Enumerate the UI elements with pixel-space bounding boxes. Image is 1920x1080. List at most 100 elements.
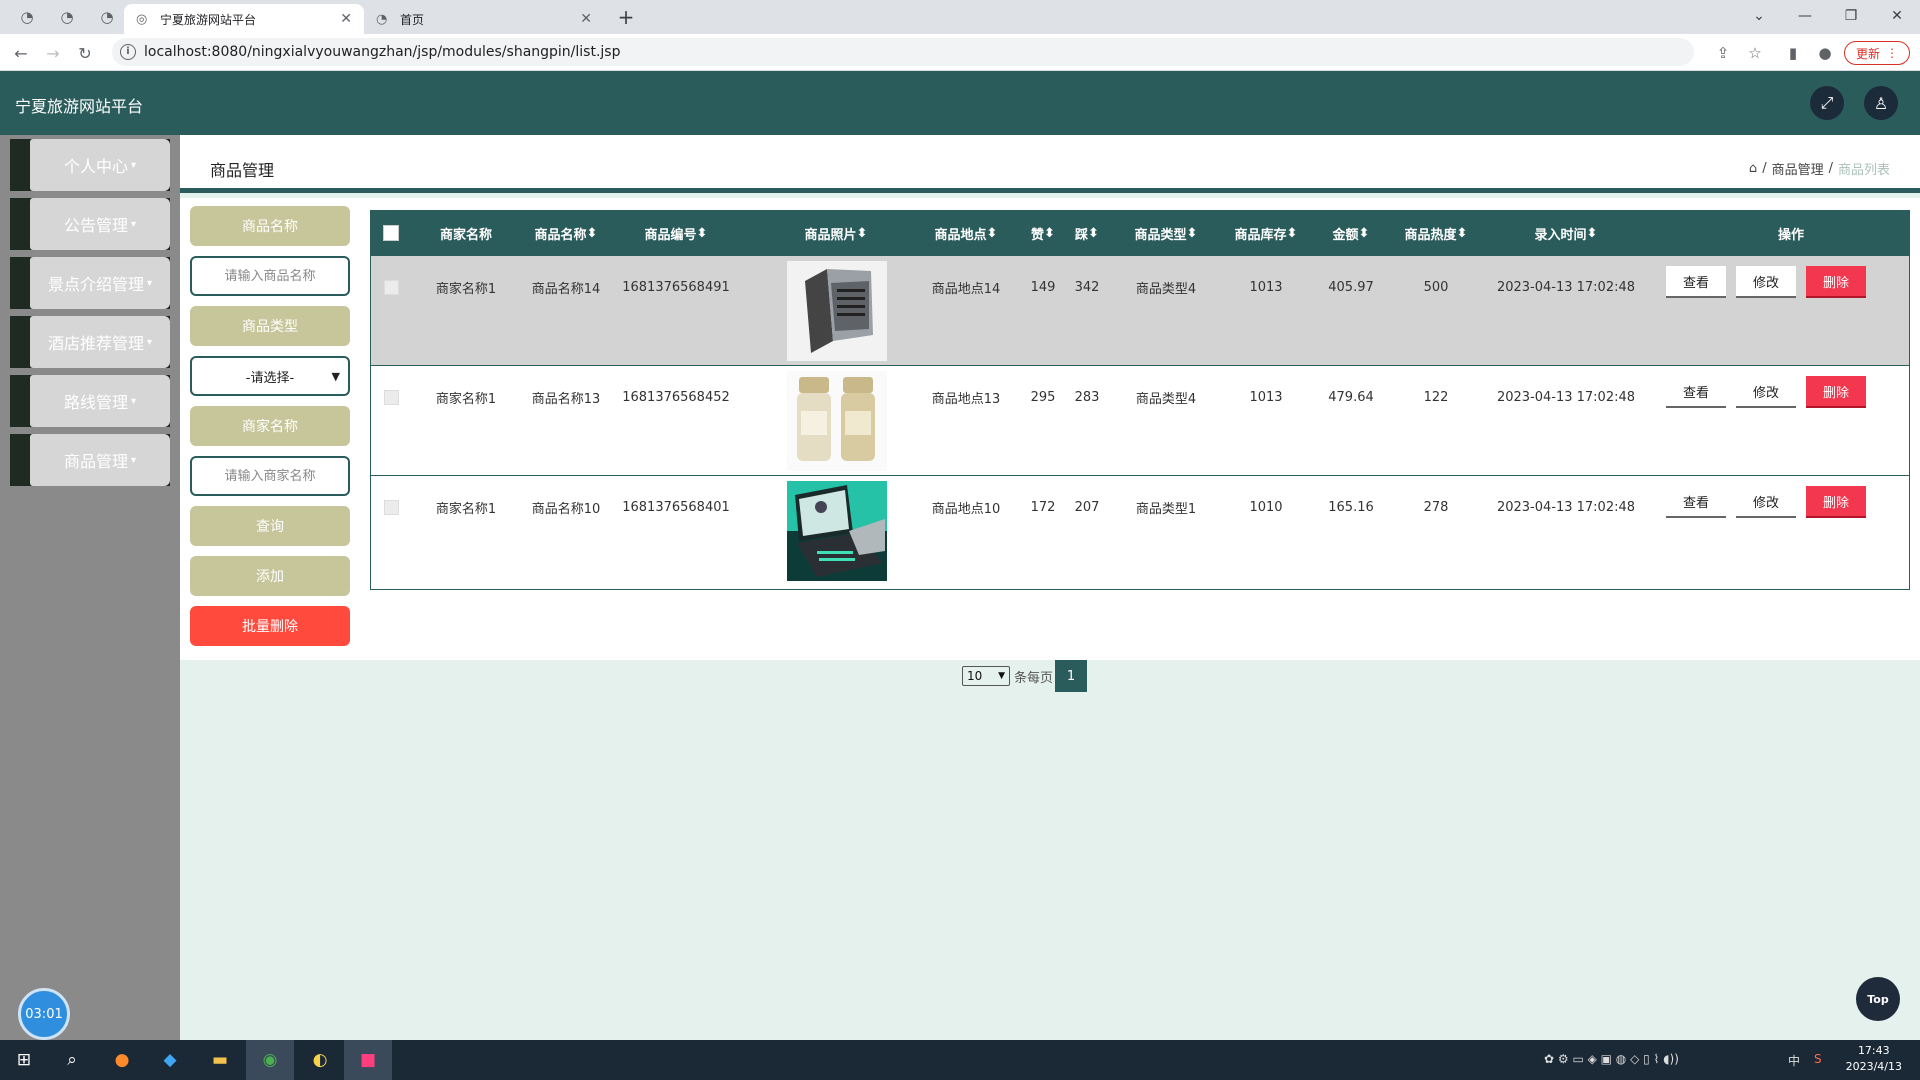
row-checkbox[interactable] (381, 386, 401, 408)
add-button[interactable]: 添加 (190, 556, 350, 596)
clock[interactable]: 17:43 2023/4/13 (1846, 1043, 1902, 1075)
user-avatar-icon[interactable]: ♙ (1864, 86, 1898, 120)
tab-search-chevron-icon[interactable]: ⌄ (1736, 2, 1782, 30)
product-name-input[interactable] (190, 256, 350, 296)
edit-button[interactable]: 修改 (1736, 376, 1796, 408)
vscode-icon[interactable]: ◆ (146, 1040, 194, 1080)
back-to-top-button[interactable]: Top (1856, 977, 1900, 1021)
cell-stock: 1013 (1249, 279, 1283, 295)
column-header[interactable]: 商品照片 ⬍ (781, 211, 891, 255)
sogou-icon[interactable]: S (1814, 1052, 1822, 1066)
page-size-select[interactable]: 10 ▼ (962, 666, 1010, 686)
tray-icons[interactable]: ✿ ⚙ ▭ ◈ ▣ ◍ ◇ ▯ ⌇ ◖)) (1544, 1052, 1679, 1066)
sidebar-item-personal-center[interactable]: 个人中心 ▾ (10, 139, 170, 191)
column-header[interactable]: 金额 ⬍ (1311, 211, 1391, 255)
update-button[interactable]: 更新 ⋮ (1844, 41, 1910, 65)
chrome-icon[interactable]: ◉ (246, 1040, 294, 1080)
view-button[interactable]: 查看 (1666, 486, 1726, 518)
pinned-tab-icon[interactable]: ◔ (14, 6, 40, 28)
view-button[interactable]: 查看 (1666, 376, 1726, 408)
timer-badge[interactable]: 03:01 (18, 988, 70, 1040)
cell-heat: 278 (1423, 499, 1449, 515)
update-label: 更新 (1855, 46, 1880, 61)
windows-start-icon[interactable]: ⊞ (0, 1040, 48, 1080)
sort-icon: ⬍ (1044, 225, 1055, 241)
new-tab-button[interactable]: + (614, 6, 638, 28)
shop-name-label: 商家名称 (190, 406, 350, 446)
side-panel-icon[interactable]: ▮ (1782, 42, 1804, 64)
search-icon[interactable]: ⌕ (48, 1040, 96, 1080)
delete-button[interactable]: 删除 (1806, 266, 1866, 298)
cell-shop: 商家名称1 (435, 501, 497, 517)
select-value: -请选择- (245, 370, 295, 386)
reload-icon[interactable]: ↻ (72, 40, 98, 66)
select-all-checkbox[interactable] (381, 211, 401, 255)
view-button[interactable]: 查看 (1666, 266, 1726, 298)
column-header[interactable]: 商品名称 ⬍ (521, 211, 611, 255)
perfume-bottles-image[interactable] (787, 371, 887, 471)
share-icon[interactable]: ⇪ (1712, 42, 1734, 64)
restore-button[interactable]: ❐ (1828, 2, 1874, 30)
edit-button[interactable]: 修改 (1736, 266, 1796, 298)
column-header[interactable]: 踩 ⬍ (1065, 211, 1109, 255)
delete-button[interactable]: 删除 (1806, 376, 1866, 408)
query-button[interactable]: 查询 (190, 506, 350, 546)
column-header[interactable]: 赞 ⬍ (1021, 211, 1065, 255)
cell-code: 1681376568452 (622, 389, 730, 405)
intellij-icon[interactable]: ■ (344, 1040, 392, 1080)
row-checkbox[interactable] (381, 276, 401, 298)
sort-icon: ⬍ (1286, 225, 1298, 241)
sidebar-item-route[interactable]: 路线管理 ▾ (10, 375, 170, 427)
close-tab-icon[interactable]: ✕ (580, 11, 592, 27)
back-arrow-icon[interactable]: ← (8, 40, 34, 66)
browser-tab-active[interactable]: ◎ 宁夏旅游网站平台 ✕ (124, 4, 364, 34)
profile-icon[interactable]: ● (1814, 42, 1836, 64)
gaming-laptop-image[interactable] (787, 481, 887, 581)
minimize-button[interactable]: — (1782, 2, 1828, 30)
close-tab-icon[interactable]: ✕ (340, 11, 352, 27)
sidebar-item-scenic[interactable]: 景点介绍管理 ▾ (10, 257, 170, 309)
sidebar-item-product[interactable]: 商品管理 ▾ (10, 434, 170, 486)
shop-name-input[interactable] (190, 456, 350, 496)
cell-shop: 商家名称1 (435, 391, 497, 407)
cell-stock: 1010 (1249, 499, 1283, 515)
product-type-select[interactable]: -请选择- ▼ (190, 356, 350, 396)
sidebar-item-hotel[interactable]: 酒店推荐管理 ▾ (10, 316, 170, 368)
laptop-image[interactable] (787, 261, 887, 361)
column-header[interactable]: 录入时间 ⬍ (1481, 211, 1651, 255)
site-info-icon[interactable]: i (120, 44, 136, 60)
column-header[interactable]: 商品类型 ⬍ (1111, 211, 1221, 255)
column-header[interactable]: 商品地点 ⬍ (911, 211, 1021, 255)
delete-button[interactable]: 删除 (1806, 486, 1866, 518)
bookmark-star-icon[interactable]: ☆ (1744, 42, 1766, 64)
cell-name: 商品名称13 (531, 391, 601, 407)
sidebar-item-notice[interactable]: 公告管理 ▾ (10, 198, 170, 250)
app-icon[interactable]: ◐ (296, 1040, 344, 1080)
file-explorer-icon[interactable]: ▬ (196, 1040, 244, 1080)
pinned-tab-icon[interactable]: ◔ (54, 6, 80, 28)
forward-arrow-icon[interactable]: → (40, 40, 66, 66)
close-window-button[interactable]: ✕ (1874, 2, 1920, 30)
globe-icon: ◔ (376, 11, 388, 27)
column-header[interactable]: 商品热度 ⬍ (1391, 211, 1481, 255)
address-bar[interactable]: i localhost:8080/ningxialvyouwangzhan/js… (112, 38, 1694, 66)
ime-indicator[interactable]: 中 (1788, 1052, 1800, 1069)
column-header[interactable]: 商品库存 ⬍ (1221, 211, 1311, 255)
pinned-tab-icon[interactable]: ◔ (94, 6, 120, 28)
column-header[interactable]: 商品编号 ⬍ (611, 211, 741, 255)
table-row: 商家名称1 商品名称14 1681376568491 商品地点14 149 34… (371, 255, 1909, 365)
edit-button[interactable]: 修改 (1736, 486, 1796, 518)
fullscreen-icon[interactable]: ⤢ (1810, 86, 1844, 120)
tab-title: 宁夏旅游网站平台 (160, 12, 257, 27)
browser-tab[interactable]: ◔ 首页 ✕ (364, 4, 604, 34)
batch-delete-button[interactable]: 批量删除 (190, 606, 350, 646)
site-favicon-icon: ◎ (136, 11, 148, 27)
row-checkbox[interactable] (381, 496, 401, 518)
sort-icon: ⬍ (1586, 225, 1598, 241)
table-header: 商家名称 商品名称 ⬍ 商品编号 ⬍ 商品照片 ⬍ 商品地点 ⬍ 赞 ⬍ 踩 ⬍ 商品类型 ⬍… (371, 211, 1909, 255)
breadcrumb-item[interactable]: 商品管理 (1772, 159, 1824, 178)
content-body: 商品名称 商品类型 -请选择- ▼ 商家名称 查询 添加 批量删除 商家名称 商… (180, 198, 1920, 692)
home-icon[interactable]: ⌂ (1749, 161, 1757, 176)
firefox-icon[interactable]: ● (98, 1040, 146, 1080)
page-number-button[interactable]: 1 (1055, 660, 1088, 692)
